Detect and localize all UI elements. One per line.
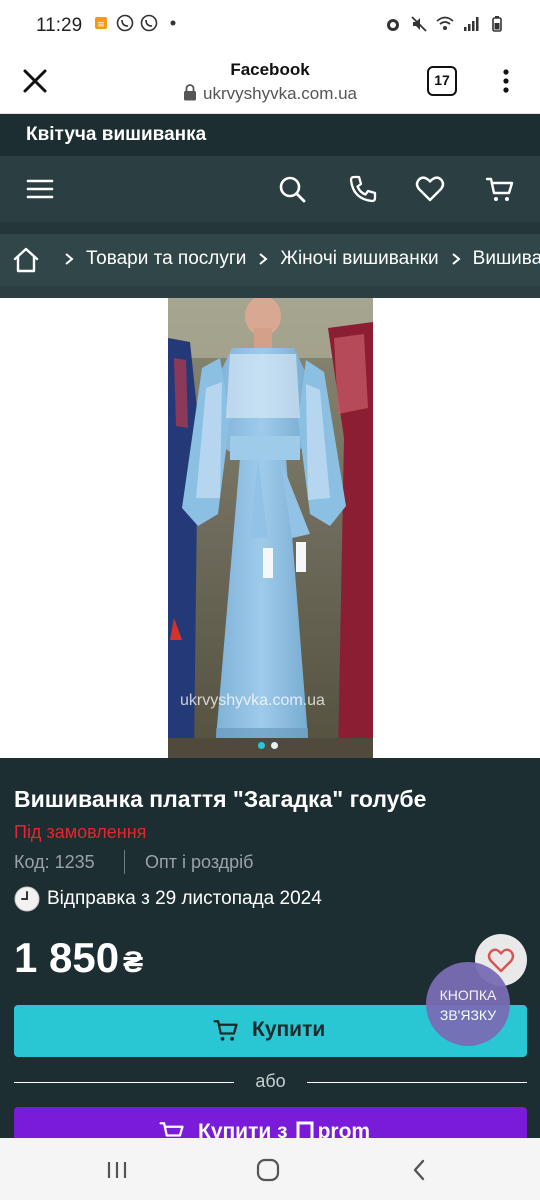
android-navigation-bar — [0, 1138, 540, 1200]
contact-label-line2: ЗВ'ЯЗКУ — [439, 1007, 497, 1023]
wifi-icon — [436, 16, 454, 30]
status-right-icons — [384, 15, 506, 33]
breadcrumb-item[interactable]: Товари та послуги — [86, 248, 246, 270]
shipping-text: Відправка з 29 листопада 2024 — [47, 888, 322, 909]
shipping-info: Відправка з 29 листопада 2024 — [14, 886, 322, 912]
availability-status: Під замовлення — [14, 822, 147, 842]
buy-button-label: Купити — [252, 1018, 326, 1041]
separator-line — [307, 1082, 527, 1083]
contact-button[interactable]: КНОПКА ЗВ'ЯЗКУ — [426, 962, 510, 1046]
viber-icon — [140, 14, 158, 32]
product-photo[interactable] — [168, 298, 373, 758]
sale-type: Опт і роздріб — [145, 852, 254, 872]
gallery-indicators — [258, 742, 278, 749]
back-icon[interactable] — [407, 1157, 433, 1183]
chevron-right-icon — [259, 253, 268, 265]
home-button-icon[interactable] — [255, 1157, 281, 1183]
product-price: 1 850 ₴ — [14, 934, 143, 982]
status-left-icons: ≡ — [92, 14, 182, 32]
svg-text:≡: ≡ — [97, 20, 105, 30]
dot-icon — [170, 20, 176, 26]
browser-toolbar: Facebook ukrvyshyvka.com.ua 17 — [0, 52, 540, 114]
price-currency: ₴ — [123, 946, 144, 979]
gallery-dot-active[interactable] — [258, 742, 265, 749]
alarm-icon — [387, 19, 399, 31]
chevron-right-icon — [65, 253, 74, 265]
clock-icon — [14, 886, 40, 912]
phone-icon[interactable] — [347, 173, 379, 205]
cart-icon[interactable] — [484, 173, 516, 205]
lowbattery-notification-icon: ≡ — [95, 17, 107, 30]
more-options-icon[interactable] — [496, 66, 516, 96]
breadcrumb-items: Товари та послуги Жіночі вишиванки Вишив… — [52, 248, 540, 270]
site-brand-bar: Квітуча вишиванка — [0, 114, 540, 156]
home-icon[interactable] — [12, 246, 40, 274]
lock-icon — [184, 84, 196, 101]
or-separator: або — [14, 1070, 527, 1094]
price-value: 1 850 — [14, 934, 120, 981]
product-gallery[interactable]: ukrvyshyvka.com.ua — [0, 298, 540, 758]
chevron-right-icon — [452, 253, 461, 265]
breadcrumb-item[interactable]: Жіночі вишиванки — [280, 248, 438, 270]
recent-apps-icon[interactable] — [104, 1157, 130, 1183]
contact-label-line1: КНОПКА — [439, 987, 497, 1003]
heart-icon[interactable] — [414, 173, 446, 205]
tabs-button[interactable]: 17 — [427, 66, 457, 96]
menu-icon[interactable] — [24, 173, 56, 205]
product-title: Вишиванка плаття "Загадка" голубе — [14, 786, 427, 812]
breadcrumb-item[interactable]: Вишиванки плаття — [473, 248, 540, 270]
site-brand-name[interactable]: Квітуча вишиванка — [26, 124, 206, 146]
breadcrumb: Товари та послуги Жіночі вишиванки Вишив… — [0, 234, 540, 286]
viber-icon — [116, 14, 134, 32]
status-bar: 11:29 ≡ — [0, 0, 540, 52]
browser-title: Facebook — [230, 60, 310, 79]
nav-spacer — [0, 222, 540, 234]
product-info: Вишиванка плаття "Загадка" голубе Під за… — [0, 758, 540, 1159]
site-nav — [0, 156, 540, 222]
gallery-dot[interactable] — [271, 742, 278, 749]
buy-button-content: Купити — [212, 1016, 325, 1044]
battery-icon — [492, 16, 502, 32]
browser-url-text: ukrvyshyvka.com.ua — [203, 84, 357, 103]
signal-icon — [464, 17, 479, 31]
info-divider — [124, 850, 125, 874]
cart-icon — [213, 1020, 238, 1041]
breadcrumb-spacer — [0, 286, 540, 298]
mute-icon — [411, 16, 427, 32]
search-icon[interactable] — [276, 173, 308, 205]
image-watermark: ukrvyshyvka.com.ua — [180, 692, 325, 709]
browser-url[interactable]: ukrvyshyvka.com.ua — [0, 84, 540, 104]
status-time: 11:29 — [36, 15, 83, 36]
product-code: Код: 1235 — [14, 852, 95, 872]
